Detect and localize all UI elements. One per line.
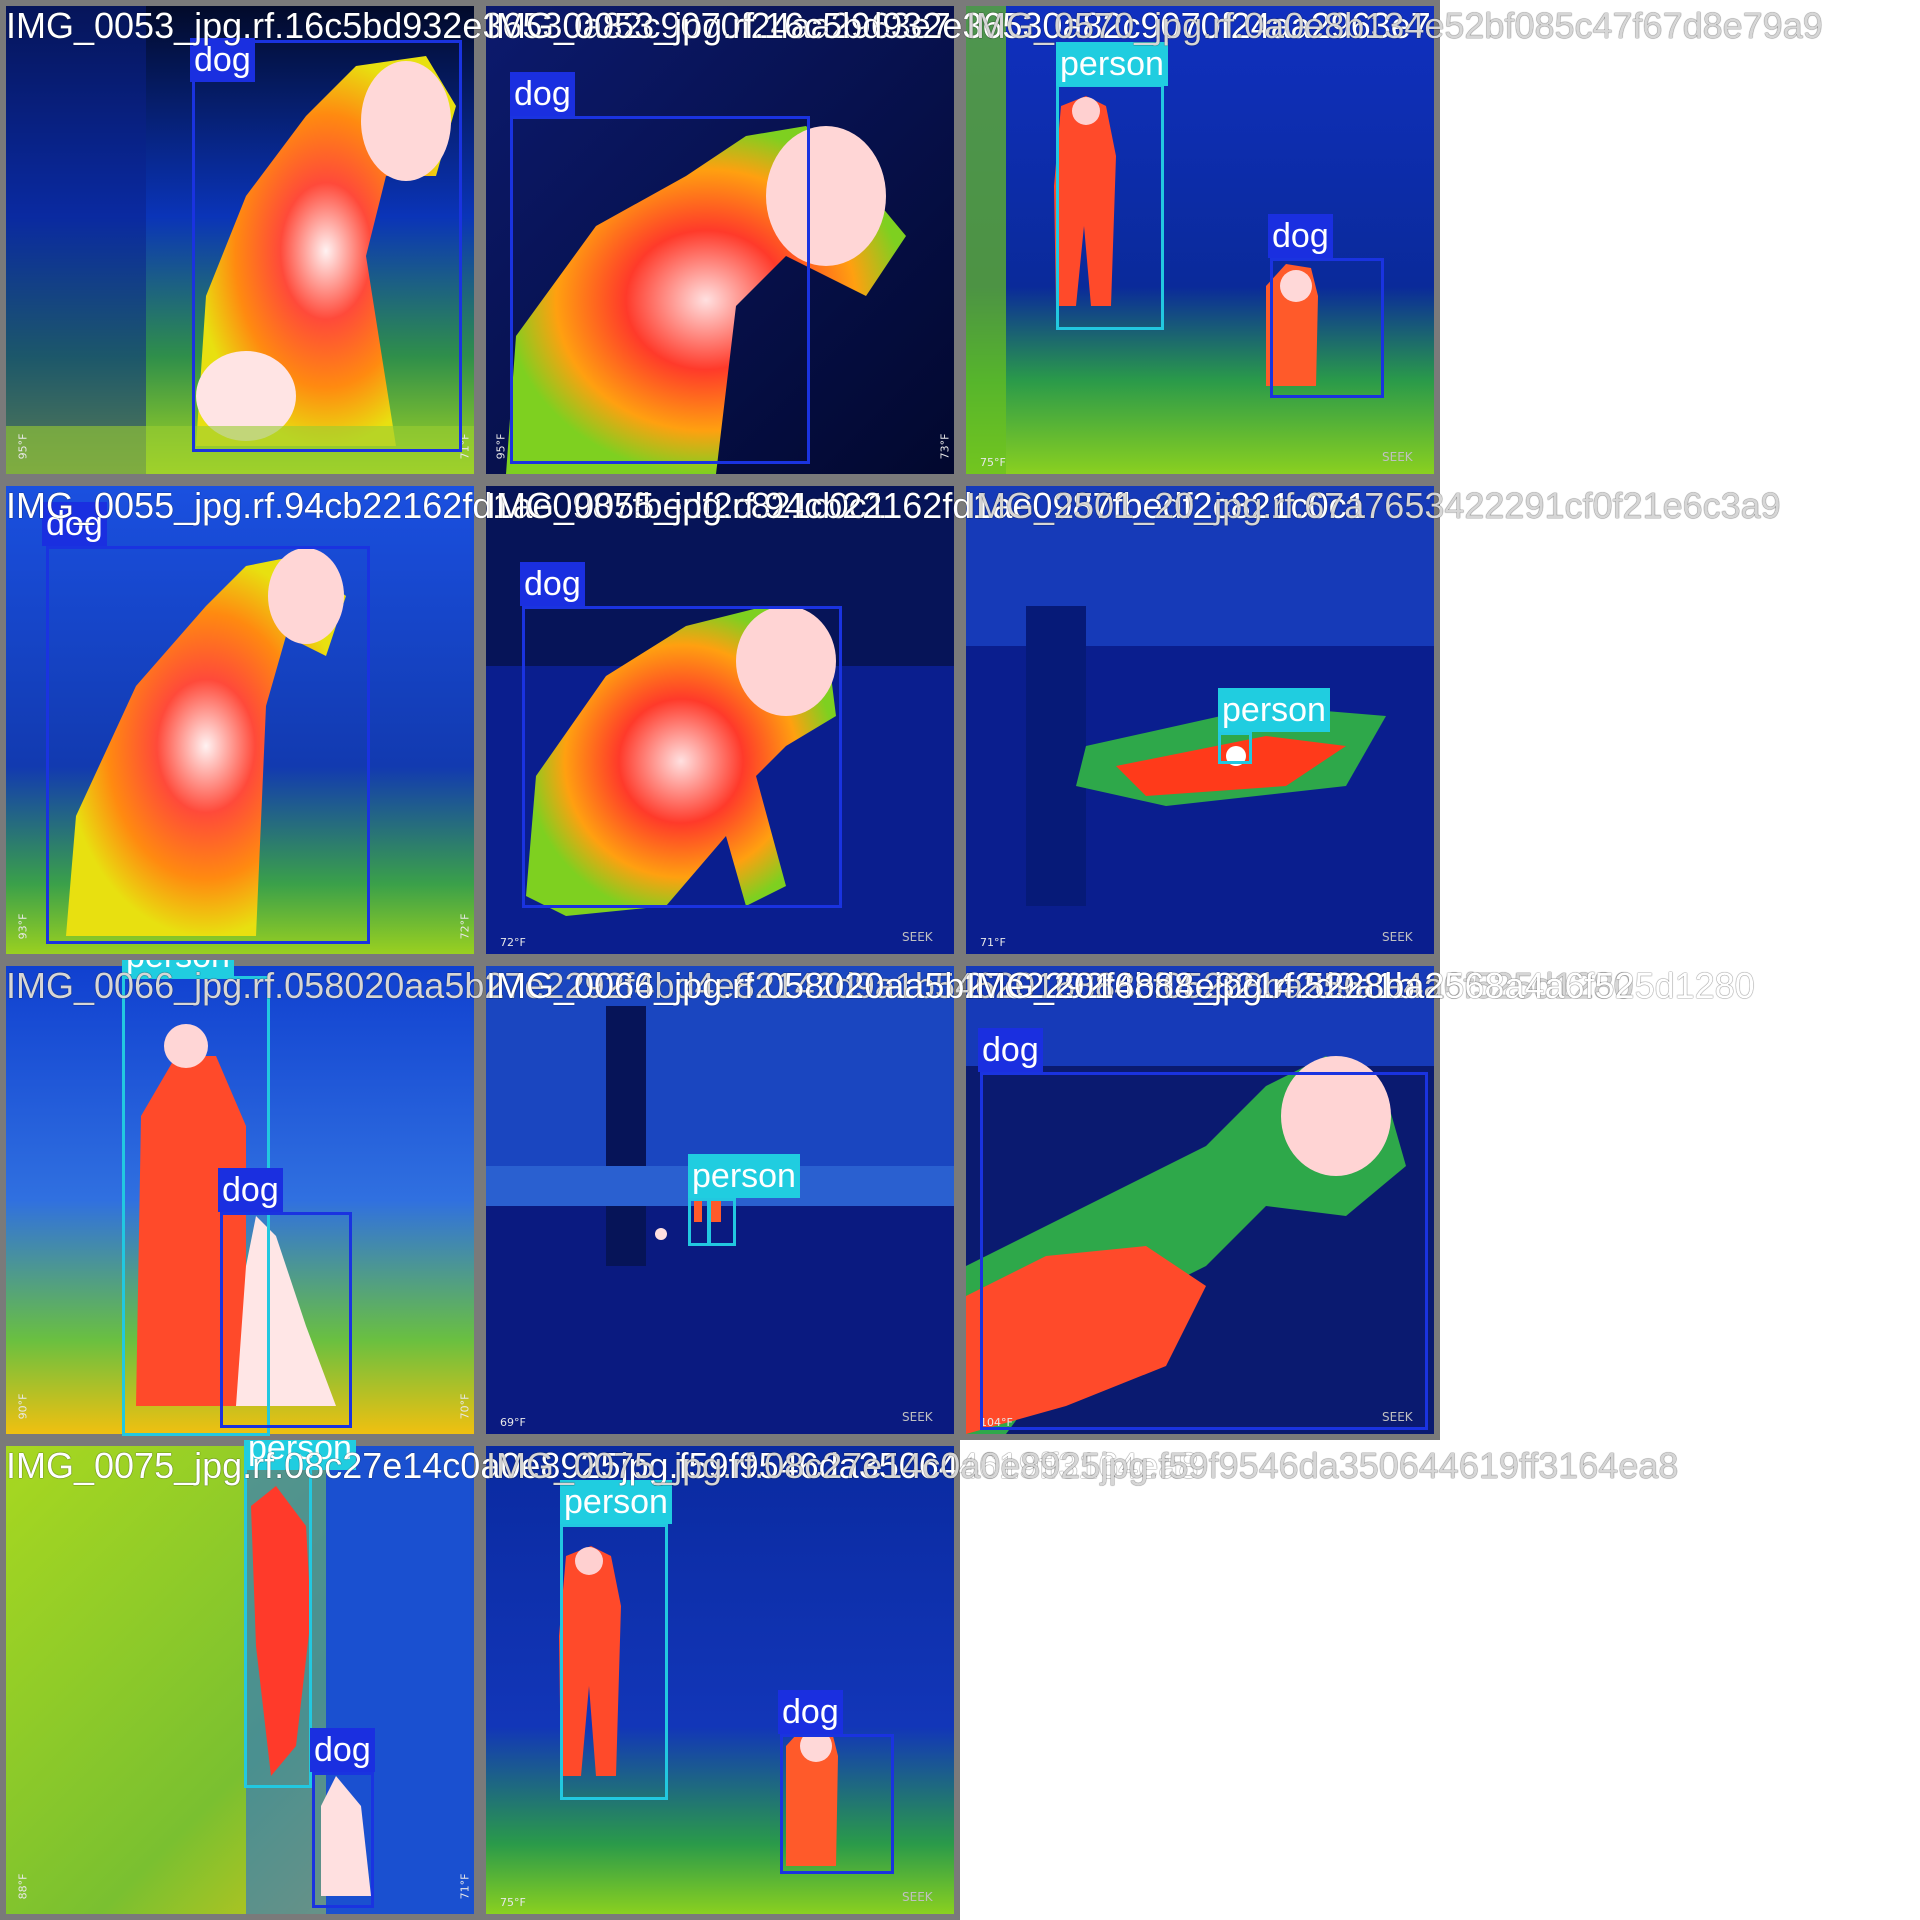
dog-label: dog (778, 1690, 843, 1734)
dog-bounding-box (312, 1772, 374, 1908)
dog-label: dog (1268, 214, 1333, 258)
dog-bounding-box (1270, 258, 1384, 398)
temperature-min: 72°F (458, 913, 472, 940)
dog-bounding-box (220, 1212, 352, 1428)
temperature-readout: 75°F (500, 1896, 526, 1909)
filename-label: IMG_2501_20_jpg.rf.67a7653422291cf0f21e6… (966, 485, 1781, 526)
image-tile-6: 71°F SEEK person (960, 480, 1440, 960)
filename-label: IMG_0075_jpg.rf.08c27e14c0a0e8925jpg.f59… (486, 1445, 1679, 1486)
image-tile-4: 93°F 72°F dog (0, 480, 480, 960)
camera-brand-logo: SEEK (902, 1410, 933, 1424)
temperature-min: 71°F (458, 1873, 472, 1900)
temperature-max: 95°F (494, 433, 508, 460)
filename-label: IMG_0570_jpg.rf.0a0e8b134e52bf085c47f67d… (966, 5, 1823, 46)
dog-label: dog (978, 1028, 1043, 1072)
person-bounding-box (244, 1462, 312, 1788)
image-tile-8: 69°F SEEK person (480, 960, 960, 1440)
dog-label: dog (510, 72, 575, 116)
camera-brand-logo: SEEK (902, 1890, 933, 1904)
dog-bounding-box (522, 606, 842, 908)
filename-label: IMG_2016888_jpg.rf.5228ba2568a4a6f525d12… (966, 965, 1755, 1006)
temperature-max: 90°F (16, 1393, 30, 1420)
temperature-max: 93°F (16, 913, 30, 940)
image-tile-7: 90°F 70°F person dog (0, 960, 480, 1440)
camera-brand-logo: SEEK (902, 930, 933, 944)
image-tile-2: 95°F 73°F dog (480, 0, 960, 480)
dog-label: dog (520, 562, 585, 606)
thermal-image-3 (966, 6, 1434, 474)
image-tile-10: 88°F 71°F person dog (0, 1440, 480, 1920)
dog-bounding-box (980, 1072, 1428, 1430)
camera-brand-logo: SEEK (1382, 930, 1413, 944)
camera-brand-logo: SEEK (1382, 450, 1413, 464)
thermal-image-6 (966, 486, 1434, 954)
person-label: person (1056, 42, 1168, 86)
dog-bounding-box (510, 116, 810, 464)
image-tile-9: 104°F SEEK dog (960, 960, 1440, 1440)
temperature-min: 73°F (938, 433, 952, 460)
thermal-image-10 (6, 1446, 474, 1914)
person-bounding-box (1056, 84, 1164, 330)
dog-bounding-box (192, 40, 462, 452)
temperature-min: 70°F (458, 1393, 472, 1420)
image-tile-3: 75°F SEEK person dog (960, 0, 1440, 480)
dog-label: dog (218, 1168, 283, 1212)
image-tile-1: 95°F 71°F dog (0, 0, 480, 480)
person-label: person (1218, 688, 1330, 732)
image-tile-5: 72°F SEEK dog (480, 480, 960, 960)
temperature-readout: 72°F (500, 936, 526, 949)
dog-label: dog (310, 1728, 375, 1772)
image-tile-11: 75°F SEEK person dog (480, 1440, 960, 1920)
person-bounding-box (708, 1198, 736, 1246)
temperature-max: 88°F (16, 1873, 30, 1900)
person-bounding-box (560, 1524, 668, 1800)
person-bounding-box (1218, 732, 1252, 764)
temperature-readout: 69°F (500, 1416, 526, 1429)
person-label: person (688, 1154, 800, 1198)
temperature-readout: 75°F (980, 456, 1006, 469)
person-label: person (560, 1480, 672, 1524)
person-bounding-box (688, 1198, 710, 1246)
dog-bounding-box (780, 1734, 894, 1874)
temperature-readout: 71°F (980, 936, 1006, 949)
temperature-max: 95°F (16, 433, 30, 460)
dog-bounding-box (46, 546, 370, 944)
